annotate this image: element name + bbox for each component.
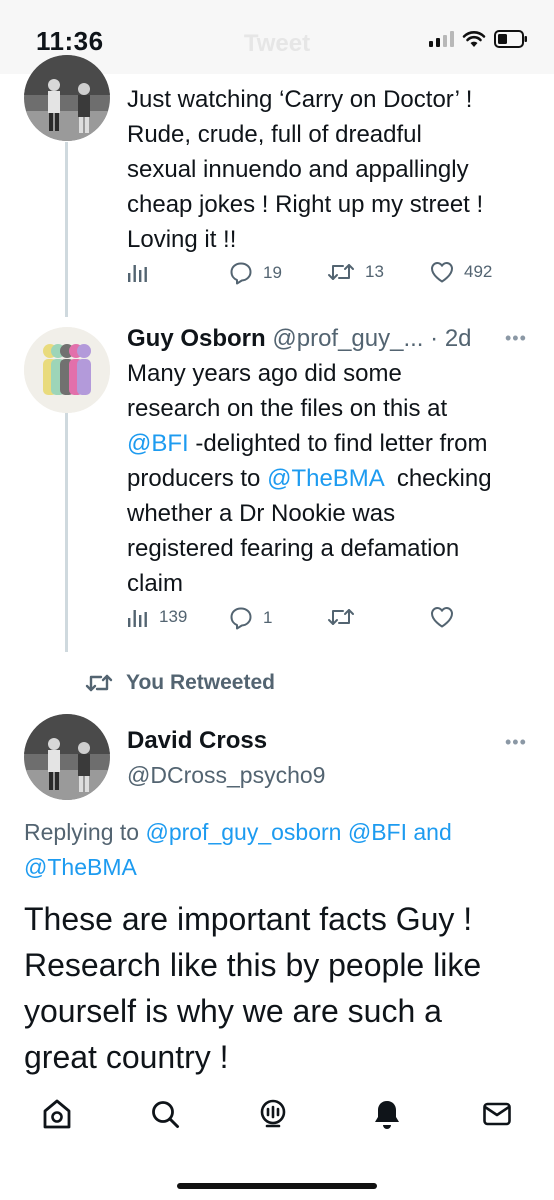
- retweet-context: You Retweeted: [84, 671, 275, 695]
- tweet-line: great country !: [24, 1039, 229, 1075]
- reply-icon: [230, 262, 252, 285]
- thread-line: [65, 412, 68, 652]
- mention-link[interactable]: @prof_guy_osborn: [145, 819, 341, 845]
- author-handle[interactable]: @DCross_psycho9: [127, 762, 325, 789]
- tweet-actions: 139 1: [127, 606, 527, 636]
- tweet-line: Research like this by people like: [24, 947, 482, 983]
- battery-icon: [494, 30, 527, 48]
- retweet-icon: [328, 609, 354, 625]
- retweet-context-label: You Retweeted: [126, 671, 275, 694]
- tweet-line: whether a Dr Nookie was: [127, 500, 396, 527]
- main-tweet-text: These are important facts Guy ! Research…: [24, 896, 544, 1080]
- tweet-author[interactable]: Guy Osborn @prof_guy_... · 2d: [127, 325, 472, 353]
- tweet-time: · 2d: [430, 325, 472, 352]
- retweet-icon: [85, 674, 113, 692]
- analytics-button[interactable]: 139: [127, 606, 187, 628]
- more-icon[interactable]: •••: [505, 328, 527, 349]
- tweet-line: registered fearing a defamation: [127, 535, 460, 562]
- tweet-line: research on the files on this at: [127, 395, 448, 422]
- avatar[interactable]: [24, 714, 110, 800]
- status-icons: [429, 30, 528, 48]
- notifications-icon[interactable]: [370, 1097, 404, 1131]
- like-button[interactable]: [430, 606, 454, 628]
- reply-count: 1: [263, 608, 273, 627]
- tweet-line: These are important facts Guy !: [24, 901, 473, 937]
- reply-button[interactable]: 1: [229, 606, 272, 630]
- reply-icon: [230, 607, 252, 630]
- search-icon[interactable]: [148, 1097, 182, 1131]
- tweet-line: Loving it !!: [127, 226, 237, 253]
- spaces-icon[interactable]: [256, 1097, 290, 1131]
- analytics-icon: [128, 265, 147, 282]
- retweet-button[interactable]: [327, 606, 355, 628]
- tweet-line: producers to @TheBMA checking: [127, 465, 492, 492]
- mention-link[interactable]: @TheBMA: [267, 465, 383, 492]
- tweet-line: Many years ago did some: [127, 360, 402, 387]
- author-handle: @prof_guy_...: [272, 325, 424, 352]
- tweet-line: claim: [127, 570, 184, 597]
- tweet-line: sexual innuendo and appallingly: [127, 156, 469, 183]
- avatar[interactable]: [24, 55, 110, 141]
- tweet-line: cheap jokes ! Right up my street !: [127, 191, 484, 218]
- wifi-icon: [462, 31, 486, 47]
- author-name: Guy Osborn: [127, 325, 266, 352]
- analytics-icon: [128, 610, 147, 627]
- heart-icon: [431, 607, 453, 628]
- retweet-icon: [328, 264, 354, 280]
- tweet-text: Many years ago did some research on the …: [127, 356, 492, 601]
- analytics-count: 139: [159, 607, 188, 626]
- messages-icon[interactable]: [480, 1097, 514, 1131]
- retweet-count: 13: [365, 262, 384, 281]
- mention-link[interactable]: @BFI: [348, 819, 407, 845]
- like-button[interactable]: 492: [430, 261, 492, 283]
- thread-line: [65, 142, 68, 317]
- tweet-line: Just watching ‘Carry on Doctor’ !: [127, 86, 473, 113]
- avatar[interactable]: [24, 327, 110, 413]
- tweet-actions: 19 13 492: [127, 261, 527, 291]
- home-icon[interactable]: [40, 1097, 74, 1131]
- analytics-button[interactable]: [127, 261, 159, 283]
- reply-button[interactable]: 19: [229, 261, 282, 285]
- reply-count: 19: [263, 263, 282, 282]
- tweet-line: yourself is why we are such a: [24, 993, 442, 1029]
- retweet-button[interactable]: 13: [327, 261, 384, 283]
- like-count: 492: [464, 262, 493, 281]
- mention-link[interactable]: @BFI: [127, 430, 189, 457]
- replying-to: Replying to @prof_guy_osborn @BFI and @Th…: [24, 819, 452, 880]
- tweet-text: Just watching ‘Carry on Doctor’ ! Rude, …: [127, 82, 483, 257]
- tweet-line: @BFI -delighted to find letter from: [127, 430, 488, 457]
- home-indicator: [177, 1183, 377, 1189]
- tweet-line: Rude, crude, full of dreadful: [127, 121, 422, 148]
- author-name[interactable]: David Cross: [127, 727, 267, 755]
- signal-icon: [429, 31, 454, 47]
- mention-link[interactable]: @TheBMA: [24, 854, 137, 880]
- heart-icon: [431, 262, 453, 283]
- more-icon[interactable]: •••: [505, 732, 527, 753]
